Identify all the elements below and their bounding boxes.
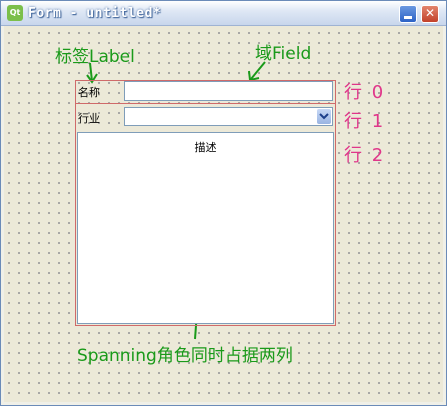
- row-1-annotation: 行 1: [344, 111, 386, 132]
- form-canvas[interactable]: 标签Label 域Field 名称 行业 描述 行 0 行 1 行 2 Span…: [4, 26, 443, 402]
- minimize-icon: [404, 16, 412, 19]
- name-field[interactable]: [124, 81, 333, 101]
- row-2-annotation: 行 2: [344, 145, 386, 166]
- chevron-down-icon: [319, 113, 329, 120]
- spanning-annotation: Spanning角色同时占据两列: [77, 346, 293, 366]
- description-textedit[interactable]: 描述: [77, 132, 334, 324]
- description-caption: 描述: [194, 141, 217, 154]
- close-icon: ✕: [424, 6, 436, 20]
- title-bar[interactable]: Qt Form - untitled* ✕: [1, 1, 446, 26]
- qt-logo-icon: Qt: [7, 5, 23, 21]
- close-button[interactable]: ✕: [421, 5, 439, 23]
- designer-window: Qt Form - untitled* ✕ 标签Label 域Field 名称 …: [0, 0, 447, 406]
- window-title: Form - untitled*: [28, 6, 162, 21]
- industry-combobox[interactable]: [124, 107, 333, 126]
- industry-label: 行业: [78, 112, 100, 125]
- row-0-annotation: 行 0: [344, 82, 386, 103]
- minimize-button[interactable]: [399, 5, 417, 23]
- name-label: 名称: [78, 86, 100, 99]
- combobox-dropdown-button[interactable]: [317, 109, 331, 124]
- field-arrow: [250, 61, 266, 80]
